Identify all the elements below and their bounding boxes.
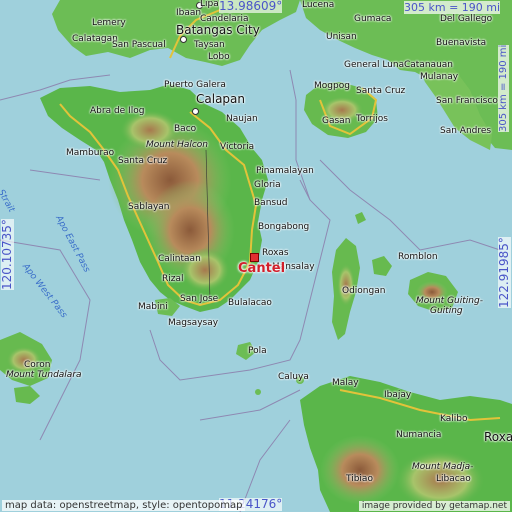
place-san-francisco: San Francisco	[436, 96, 498, 106]
place-lipa: Lipa	[200, 0, 219, 9]
place-malay: Malay	[332, 378, 359, 388]
map-attribution-right: image provided by getamap.net	[358, 501, 510, 511]
map-attribution: map data: openstreetmap, style: opentopo…	[2, 500, 246, 511]
place-mabini: Mabini	[138, 302, 168, 312]
place-dot	[192, 108, 199, 115]
place-pola: Pola	[248, 346, 267, 356]
place-rizal: Rizal	[162, 274, 184, 284]
place-calatagan: Calatagan	[72, 34, 118, 44]
place-gumaca: Gumaca	[354, 14, 392, 24]
place-kalibo: Kalibo	[440, 414, 468, 424]
scale-horizontal: 305 km = 190 mi	[404, 1, 501, 14]
place-general-luna: General Luna	[344, 60, 405, 70]
place-roxas: Roxas	[262, 248, 289, 258]
place-roxas-capiz: Roxas	[484, 430, 512, 444]
place-gasan: Gasan	[322, 116, 351, 126]
place-romblon: Romblon	[398, 252, 438, 262]
place-baco: Baco	[174, 124, 197, 134]
place-san-pascual: San Pascual	[112, 40, 166, 50]
place-guiting: Guiting	[430, 306, 463, 316]
place-san-andres: San Andres	[440, 126, 492, 136]
place-lobo: Lobo	[208, 52, 230, 62]
place-unisan: Unisan	[326, 32, 357, 42]
place-mogpog: Mogpog	[314, 81, 350, 91]
place-ibajay: Ibajay	[384, 390, 412, 400]
place-lucena: Lucena	[302, 0, 335, 10]
place-magsaysay: Magsaysay	[168, 318, 219, 328]
place-pinamalayan: Pinamalayan	[256, 166, 314, 176]
place-mulanay: Mulanay	[420, 72, 459, 82]
coord-left: 120.10735°	[0, 219, 14, 290]
place-mamburao: Mamburao	[66, 148, 115, 158]
scale-vertical: 305 km = 190 mi	[498, 44, 509, 132]
place-caluya: Caluya	[278, 372, 309, 382]
place-mount-tundalara: Mount Tundalara	[6, 370, 82, 380]
place-lemery: Lemery	[92, 18, 126, 28]
place-torrijos: Torrijos	[356, 114, 388, 124]
coord-right: 122.91985°	[497, 237, 511, 308]
place-gloria: Gloria	[254, 180, 281, 190]
place-mount-madja: Mount Madja-	[412, 462, 474, 472]
place-naujan: Naujan	[226, 114, 258, 124]
place-odiongan: Odiongan	[342, 286, 386, 296]
place-sablayan: Sablayan	[128, 202, 170, 212]
place-bongabong: Bongabong	[258, 222, 310, 232]
place-libacao: Libacao	[436, 474, 471, 484]
place-santa-cruz-marinduque: Santa Cruz	[356, 86, 406, 96]
place-dot	[180, 36, 187, 43]
place-san-jose: San Jose	[180, 294, 219, 304]
place-coron: Coron	[24, 360, 51, 370]
place-mount-halcon: Mount Halcon	[146, 140, 209, 150]
place-santa-cruz: Santa Cruz	[118, 156, 168, 166]
place-bulalacao: Bulalacao	[228, 298, 272, 308]
marker-label: Cantel	[238, 261, 286, 276]
place-del-gallego: Del Gallego	[440, 14, 493, 24]
coord-top: 13.98609°	[219, 0, 283, 13]
place-buenavista: Buenavista	[436, 38, 487, 48]
map-view[interactable]: Apo East Pass Apo West Pass Strait Lipa …	[0, 0, 512, 512]
place-catanauan: Catanauan	[404, 60, 453, 70]
place-ibaan: Ibaan	[176, 8, 202, 18]
place-victoria: Victoria	[220, 142, 255, 152]
place-calintaan: Calintaan	[158, 254, 201, 264]
place-tibiao: Tibiao	[346, 474, 373, 484]
place-bansud: Bansud	[254, 198, 288, 208]
place-numancia: Numancia	[396, 430, 442, 440]
place-puerto-galera: Puerto Galera	[164, 80, 226, 90]
place-abra-de-ilog: Abra de Ilog	[90, 106, 145, 116]
place-batangas-city: Batangas City	[176, 23, 260, 37]
place-mount-guiting: Mount Guiting-	[416, 296, 483, 306]
place-taysan: Taysan	[194, 40, 225, 50]
place-calapan: Calapan	[196, 92, 245, 106]
